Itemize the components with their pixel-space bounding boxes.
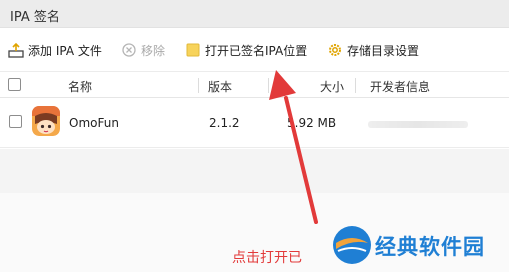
remove-button[interactable]: 移除	[121, 41, 165, 59]
annotation-text: 点击打开已	[232, 250, 302, 266]
empty-row-band	[0, 149, 509, 193]
open-signed-ipa-label: 打开已签名IPA位置	[205, 43, 308, 58]
app-name: OmoFun	[69, 116, 119, 130]
column-header-developer[interactable]: 开发者信息	[370, 78, 430, 95]
remove-label: 移除	[141, 43, 166, 58]
add-ipa-label: 添加 IPA 文件	[28, 43, 102, 58]
toolbar: 添加 IPA 文件 移除 打开已签名IPA位置 存储目录设置	[0, 30, 509, 70]
select-all-checkbox[interactable]	[8, 78, 21, 91]
gear-icon	[327, 42, 343, 58]
storage-directory-settings-button[interactable]: 存储目录设置	[327, 41, 419, 59]
column-header-version[interactable]: 版本	[208, 78, 232, 95]
remove-icon	[121, 42, 137, 58]
storage-directory-settings-label: 存储目录设置	[347, 43, 420, 58]
open-signed-ipa-location-button[interactable]: 打开已签名IPA位置	[185, 41, 307, 59]
add-folder-icon	[8, 42, 24, 58]
column-divider[interactable]	[198, 78, 199, 93]
window-titlebar: IPA 签名	[0, 0, 509, 28]
table-header: 名称 版本 大小 开发者信息	[0, 71, 509, 98]
watermark-text: 经典软件园	[375, 235, 485, 259]
folder-icon	[185, 42, 201, 58]
developer-info-redacted	[368, 121, 468, 128]
app-icon	[32, 106, 60, 136]
window-title: IPA 签名	[10, 10, 60, 25]
row-checkbox[interactable]	[9, 115, 22, 128]
column-divider[interactable]	[268, 78, 269, 93]
watermark-logo: 经典软件园	[330, 222, 506, 268]
watermark-logo-icon	[333, 226, 371, 264]
column-divider[interactable]	[355, 78, 356, 93]
column-header-name[interactable]: 名称	[68, 78, 92, 95]
table-row[interactable]: OmoFun 2.1.2 5.92 MB	[0, 98, 509, 148]
add-ipa-button[interactable]: 添加 IPA 文件	[8, 41, 102, 59]
column-header-size[interactable]: 大小	[320, 78, 344, 95]
app-version: 2.1.2	[209, 116, 240, 130]
app-size: 5.92 MB	[287, 116, 337, 130]
